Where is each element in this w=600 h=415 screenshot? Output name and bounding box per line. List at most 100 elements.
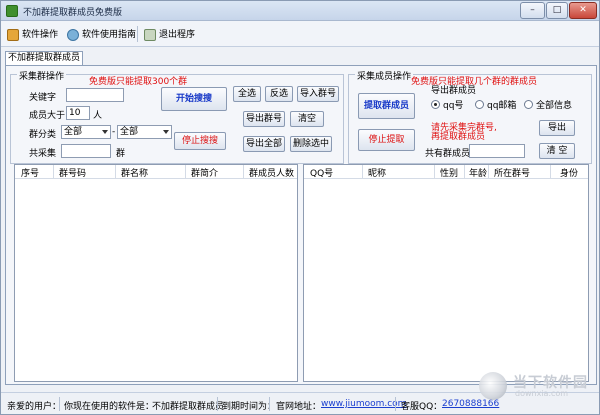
category-select-2-value: 全部 <box>120 127 139 137</box>
extract-members-button[interactable]: 提取群成员 <box>358 93 415 119</box>
category-select-1[interactable]: 全部 <box>61 125 111 139</box>
radio-label: qq邮箱 <box>487 101 517 111</box>
members-table[interactable]: QQ号 昵称 性别 年龄 所在群号 身份 <box>303 164 589 382</box>
export-members-label: 导出群成员 <box>431 86 477 96</box>
total-groups-value <box>61 144 111 158</box>
maximize-button[interactable]: □ <box>546 2 568 19</box>
members-table-header: QQ号 昵称 性别 年龄 所在群号 身份 <box>304 165 588 179</box>
col-nickname[interactable]: 昵称 <box>368 166 386 179</box>
guide-icon <box>67 29 79 41</box>
start-search-button[interactable]: 开始搜搜 <box>161 87 227 111</box>
menu-bar: 软件操作 软件使用指南 退出程序 <box>1 21 599 47</box>
status-divider <box>269 397 270 411</box>
app-icon <box>6 5 18 17</box>
groups-table-header: 序号 群号码 群名称 群简介 群成员人数 <box>15 165 297 179</box>
col-index[interactable]: 序号 <box>21 166 39 179</box>
main-panel: 采集群操作 免费版只能提取300个群 关键字 成员大于 10 人 群分类 全部 … <box>5 65 597 385</box>
chevron-down-icon <box>102 130 108 134</box>
radio-all-info[interactable]: 全部信息 <box>524 98 572 111</box>
menu-divider <box>137 26 138 42</box>
category-select-2[interactable]: 全部 <box>117 125 172 139</box>
status-divider <box>59 397 60 411</box>
collect-members-title: 采集成员操作 <box>355 69 414 82</box>
member-min-label: 成员大于 <box>29 111 66 121</box>
menu-label: 软件使用指南 <box>82 30 137 40</box>
col-group-number[interactable]: 群号码 <box>59 166 86 179</box>
menu-exit[interactable]: 退出程序 <box>144 27 195 43</box>
watermark: 当下软件园 downxia.com <box>479 372 597 402</box>
stop-search-button[interactable]: 停止搜搜 <box>174 132 226 150</box>
col-member-count[interactable]: 群成员人数 <box>249 166 294 179</box>
status-divider <box>217 397 218 411</box>
status-site-label: 官网地址： <box>276 402 322 412</box>
radio-off-icon <box>524 100 533 109</box>
keyword-input[interactable] <box>66 88 124 102</box>
radio-off-icon <box>475 100 484 109</box>
website-link[interactable]: www.jiumoom.com <box>321 399 406 409</box>
radio-label: 全部信息 <box>536 101 573 111</box>
radio-qq-number[interactable]: qq号 <box>431 98 463 111</box>
total-members-label: 共有群成员 <box>425 149 471 159</box>
col-group-name[interactable]: 群名称 <box>121 166 148 179</box>
keyword-label: 关键字 <box>29 93 57 103</box>
watermark-subtext: downxia.com <box>515 389 569 398</box>
total-groups-label: 共采集 <box>29 149 57 159</box>
status-qq-label: 客服QQ： <box>401 402 443 412</box>
export-members-button[interactable]: 导出 <box>539 120 575 136</box>
export-groups-button[interactable]: 导出群号 <box>243 111 285 127</box>
app-window: 不加群提取群成员免费版 – □ ✕ 软件操作 软件使用指南 退出程序 不加群提取… <box>0 0 600 415</box>
column-divider <box>464 165 465 179</box>
status-software-label: 你现在使用的软件是： <box>64 402 155 412</box>
export-all-button[interactable]: 导出全部 <box>243 136 285 152</box>
menu-guide[interactable]: 软件使用指南 <box>67 27 136 43</box>
delete-selected-button[interactable]: 删除选中 <box>290 136 332 152</box>
radio-label: qq号 <box>443 101 464 111</box>
collect-groups-section: 采集群操作 免费版只能提取300个群 关键字 成员大于 10 人 群分类 全部 … <box>10 69 344 164</box>
close-button[interactable]: ✕ <box>569 2 597 19</box>
category-select-1-value: 全部 <box>64 127 83 137</box>
collect-members-section: 采集成员操作 免费版只能提取几个群的群成员 提取群成员 停止提取 导出群成员 q… <box>348 69 592 164</box>
warning-line-2: 再提取群成员 <box>431 132 486 142</box>
column-divider <box>550 165 551 179</box>
col-age[interactable]: 年龄 <box>469 166 487 179</box>
select-all-button[interactable]: 全选 <box>233 86 261 102</box>
col-gender[interactable]: 性别 <box>440 166 458 179</box>
title-bar: 不加群提取群成员免费版 – □ ✕ <box>1 1 599 21</box>
column-divider <box>53 165 54 179</box>
column-divider <box>362 165 363 179</box>
total-groups-unit: 群 <box>116 149 126 159</box>
column-divider <box>185 165 186 179</box>
clear-groups-button[interactable]: 清空 <box>290 111 324 127</box>
total-members-value <box>469 144 525 158</box>
tab-extract-members[interactable]: 不加群提取群成员 <box>5 51 83 66</box>
menu-label: 退出程序 <box>159 30 196 40</box>
window-title: 不加群提取群成员免费版 <box>23 8 123 18</box>
invert-selection-button[interactable]: 反选 <box>265 86 293 102</box>
chevron-down-icon <box>163 130 169 134</box>
col-group-intro[interactable]: 群简介 <box>191 166 218 179</box>
column-divider <box>243 165 244 179</box>
minimize-button[interactable]: – <box>520 2 545 19</box>
col-qq-number[interactable]: QQ号 <box>310 166 333 179</box>
status-user-label: 亲爱的用户： <box>7 402 62 412</box>
category-dash: - <box>112 127 116 137</box>
column-divider <box>488 165 489 179</box>
collect-groups-title: 采集群操作 <box>17 69 67 82</box>
stop-extract-button[interactable]: 停止提取 <box>358 129 415 151</box>
col-role[interactable]: 身份 <box>560 166 578 179</box>
menu-software-ops[interactable]: 软件操作 <box>7 27 58 43</box>
groups-table[interactable]: 序号 群号码 群名称 群简介 群成员人数 <box>14 164 298 382</box>
exit-icon <box>144 29 156 41</box>
software-icon <box>7 29 19 41</box>
member-unit-label: 人 <box>93 111 103 121</box>
column-divider <box>434 165 435 179</box>
category-label: 群分类 <box>29 130 57 140</box>
radio-qq-email[interactable]: qq邮箱 <box>475 98 516 111</box>
free-version-notice: 免费版只能提取300个群 <box>89 77 188 87</box>
status-expire-label: 到期时间为： <box>222 402 277 412</box>
col-group-id[interactable]: 所在群号 <box>494 166 530 179</box>
clear-members-button[interactable]: 清 空 <box>539 143 575 159</box>
column-divider <box>115 165 116 179</box>
member-min-input[interactable]: 10 <box>66 106 90 120</box>
import-groups-button[interactable]: 导入群号 <box>297 86 339 102</box>
